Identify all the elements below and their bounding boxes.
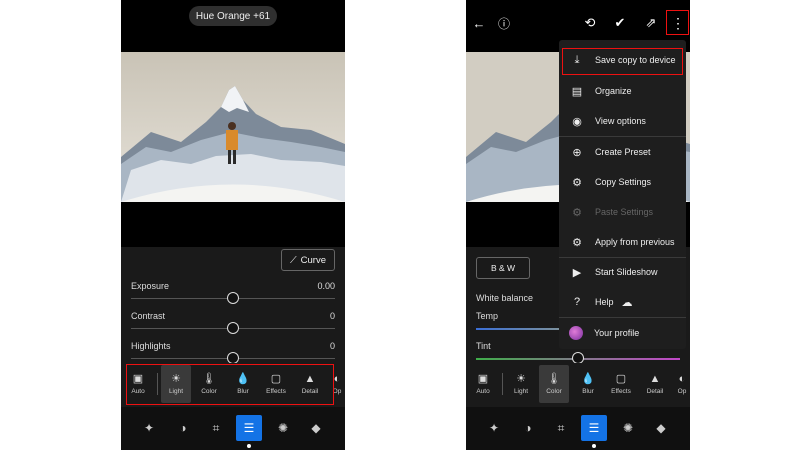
tool-effects[interactable]: ▢ Effects [606, 365, 636, 403]
highlights-label: Highlights [131, 341, 171, 351]
menu-item-label: Create Preset [595, 147, 651, 157]
auto-icon: ▣ [477, 372, 489, 385]
apply-previous-icon: ⚙ [572, 236, 582, 249]
magic-wand-icon[interactable]: ✦ [481, 415, 507, 441]
eye-icon: ◉ [572, 115, 582, 128]
exposure-slider-knob[interactable] [227, 292, 239, 304]
organize-icon: ▤ [571, 85, 583, 98]
copy-settings-icon: ⚙ [572, 176, 582, 189]
presets-icon[interactable]: ◑ [515, 415, 541, 441]
play-icon: ▶ [572, 266, 582, 279]
menu-item-copy-settings[interactable]: ⚙ Copy Settings [559, 168, 686, 196]
menu-item-help[interactable]: ? Help ☁ [559, 288, 686, 316]
menu-item-label: Paste Settings [595, 207, 654, 217]
tool-label: Effects [611, 387, 631, 395]
effects-icon: ▢ [615, 372, 627, 385]
back-arrow-icon[interactable]: ← [470, 14, 488, 32]
tools-highlight-box [126, 364, 334, 405]
done-check-icon[interactable]: ✔ [611, 14, 629, 32]
white-balance-label: White balance [476, 293, 534, 303]
mountain-photo [121, 52, 345, 202]
save-copy-highlight-box [562, 48, 683, 75]
detail-icon: ▲ [649, 372, 661, 385]
blur-drop-icon: 💧 [581, 372, 595, 385]
avatar [569, 326, 583, 340]
exposure-label: Exposure [131, 281, 170, 291]
bottom-toolbar: ✦ ◑ ⌗ ☰ ✺ ◆ [121, 407, 345, 450]
optics-icon: ◐ [333, 372, 341, 385]
menu-item-label: Start Slideshow [595, 267, 658, 277]
tool-divider [502, 373, 503, 395]
highlights-value: 0 [329, 341, 335, 351]
exposure-value: 0.00 [317, 281, 335, 291]
temp-label: Temp [476, 311, 499, 321]
paste-settings-icon: ⚙ [572, 206, 582, 219]
menu-item-create-preset[interactable]: ⊕ Create Preset [559, 138, 686, 166]
tool-light[interactable]: ☀ Light [506, 365, 536, 403]
masking-icon[interactable]: ✺ [270, 415, 296, 441]
menu-item-label: Organize [595, 86, 632, 96]
menu-item-view-options[interactable]: ◉ View options [559, 107, 686, 135]
healing-icon[interactable]: ◆ [303, 415, 329, 441]
tool-optics[interactable]: ◐ Op [672, 365, 690, 403]
sun-icon: ☀ [516, 372, 526, 385]
tool-detail[interactable]: ▲ Detail [640, 365, 670, 403]
tool-label: Blur [582, 387, 594, 395]
bottom-toolbar: ✦ ◑ ⌗ ☰ ✺ ◆ [466, 407, 690, 450]
info-icon[interactable]: ⓘ [495, 14, 513, 32]
menu-item-label: View options [595, 116, 646, 126]
menu-item-apply-previous[interactable]: ⚙ Apply from previous [559, 228, 686, 256]
right-phone-screen: ← ⓘ ⟲ ✔ ⇗ ⋮ B & W White balance Temp Tin… [466, 0, 690, 450]
share-icon[interactable]: ⇗ [642, 14, 660, 32]
magic-wand-icon[interactable]: ✦ [136, 415, 162, 441]
active-caret [592, 444, 596, 448]
tool-label: Auto [476, 387, 490, 395]
curve-icon: ⟋ [290, 254, 297, 266]
masking-icon[interactable]: ✺ [615, 415, 641, 441]
adjust-sliders-icon[interactable]: ☰ [581, 415, 607, 441]
tint-label: Tint [476, 341, 491, 351]
menu-divider [559, 317, 686, 318]
menu-item-label: Copy Settings [595, 177, 652, 187]
black-white-button[interactable]: B & W [476, 257, 530, 279]
menu-item-label: Apply from previous [595, 237, 675, 247]
left-phone-screen: Hue Orange +61 ⟋ Curve Exposure 0.00 Con… [121, 0, 345, 450]
more-options-highlight-box [666, 10, 689, 35]
crop-icon[interactable]: ⌗ [548, 415, 574, 441]
tool-strip: ▣ Auto ☀ Light 🌡 Color 💧 Blur ▢ Effects … [466, 363, 690, 405]
contrast-label: Contrast [131, 311, 166, 321]
tool-color[interactable]: 🌡 Color [539, 365, 569, 403]
tool-label: Light [513, 387, 529, 395]
overflow-menu: ⤓ Save copy to device ▤ Organize ◉ View … [559, 40, 686, 349]
tool-label: Detail [646, 387, 664, 395]
menu-item-start-slideshow[interactable]: ▶ Start Slideshow [559, 258, 686, 286]
active-caret [247, 444, 251, 448]
photo-preview[interactable] [121, 52, 345, 202]
tool-label: Color [546, 387, 562, 395]
menu-item-label: Your profile [594, 328, 640, 338]
menu-divider [559, 136, 686, 137]
cloud-gear-icon: ☁ [621, 296, 633, 309]
create-preset-icon: ⊕ [572, 146, 582, 159]
hue-toast: Hue Orange +61 [189, 6, 277, 26]
menu-item-your-profile[interactable]: Your profile [559, 319, 686, 347]
tool-auto[interactable]: ▣ Auto [468, 365, 498, 403]
adjust-sliders-icon[interactable]: ☰ [236, 415, 262, 441]
thermometer-icon: 🌡 [547, 372, 561, 385]
menu-item-paste-settings[interactable]: ⚙ Paste Settings [559, 198, 686, 226]
presets-icon[interactable]: ◑ [170, 415, 196, 441]
contrast-value: 0 [329, 311, 335, 321]
menu-item-organize[interactable]: ▤ Organize [559, 77, 686, 105]
curve-button[interactable]: ⟋ Curve [281, 249, 335, 271]
healing-icon[interactable]: ◆ [648, 415, 674, 441]
history-icon[interactable]: ⟲ [581, 14, 599, 32]
tool-blur[interactable]: 💧 Blur [573, 365, 603, 403]
menu-item-label: Help [595, 297, 614, 307]
help-icon: ? [573, 296, 581, 308]
crop-icon[interactable]: ⌗ [203, 415, 229, 441]
curve-button-label: Curve [300, 254, 326, 266]
contrast-slider-knob[interactable] [227, 322, 239, 334]
tool-label: Op [677, 387, 687, 395]
optics-icon: ◐ [678, 372, 686, 385]
